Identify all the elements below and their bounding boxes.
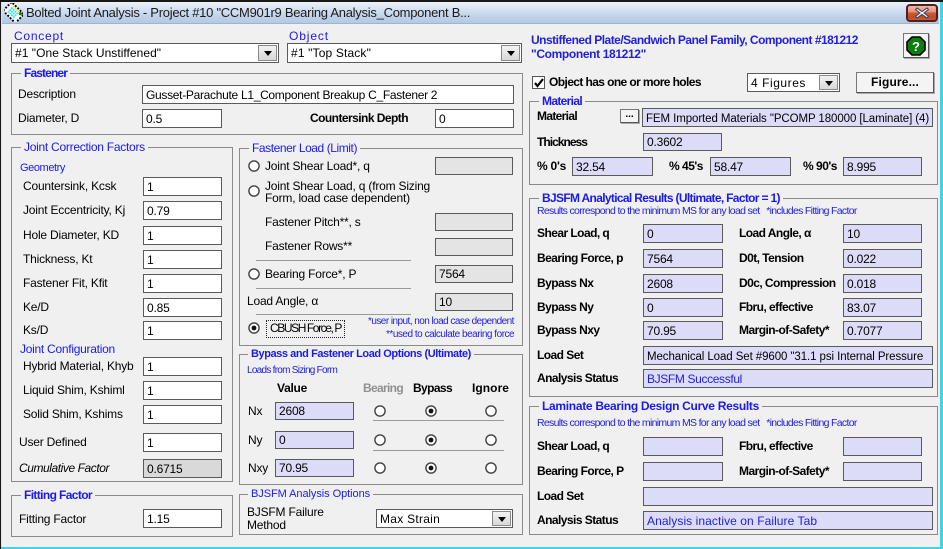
svg-text:?: ? xyxy=(912,39,920,54)
